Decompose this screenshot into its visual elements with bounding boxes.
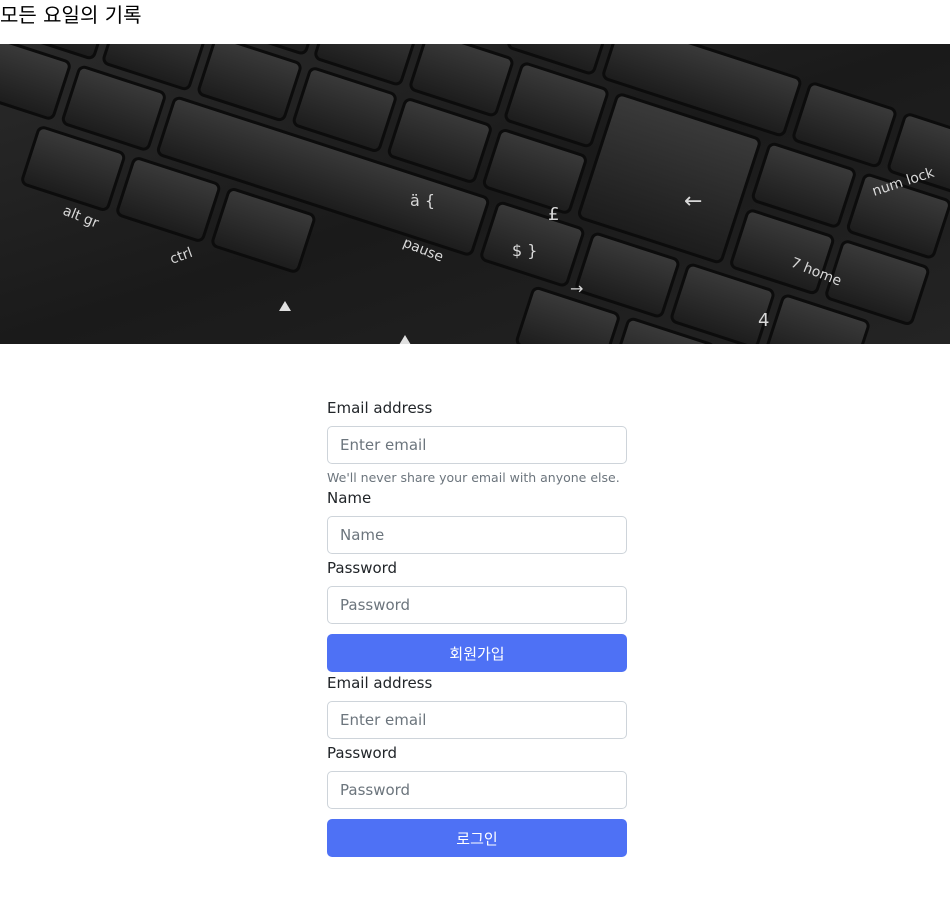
key-label: $ } (512, 241, 537, 260)
hero-image: alt gr ctrl pause num lock 7 home 4 £ $ … (0, 44, 950, 344)
key-label: ä { (410, 191, 435, 210)
signup-password-label: Password (327, 559, 398, 577)
signup-button[interactable]: 회원가입 (327, 634, 627, 672)
login-email-input[interactable] (327, 701, 627, 739)
login-form: Email address Password 로그인 (327, 673, 627, 857)
key-label: ← (684, 189, 702, 214)
site-title: 모든 요일의 기록 (0, 3, 142, 27)
signup-name-label: Name (327, 489, 372, 507)
keyboard-photo: alt gr ctrl pause num lock 7 home 4 £ $ … (0, 44, 950, 344)
signup-form: Email address We'll never share your ema… (327, 398, 627, 672)
signup-password-input[interactable] (327, 586, 627, 624)
signup-email-label: Email address (327, 399, 433, 417)
login-button[interactable]: 로그인 (327, 819, 627, 857)
signup-email-input[interactable] (327, 426, 627, 464)
auth-forms: Email address We'll never share your ema… (327, 396, 627, 857)
login-password-input[interactable] (327, 771, 627, 809)
email-help-text: We'll never share your email with anyone… (327, 470, 620, 485)
login-email-label: Email address (327, 674, 433, 692)
key-label: £ (548, 204, 559, 225)
login-password-label: Password (327, 744, 398, 762)
signup-name-input[interactable] (327, 516, 627, 554)
key-label: → (570, 279, 583, 298)
key-label: 4 (758, 310, 769, 331)
